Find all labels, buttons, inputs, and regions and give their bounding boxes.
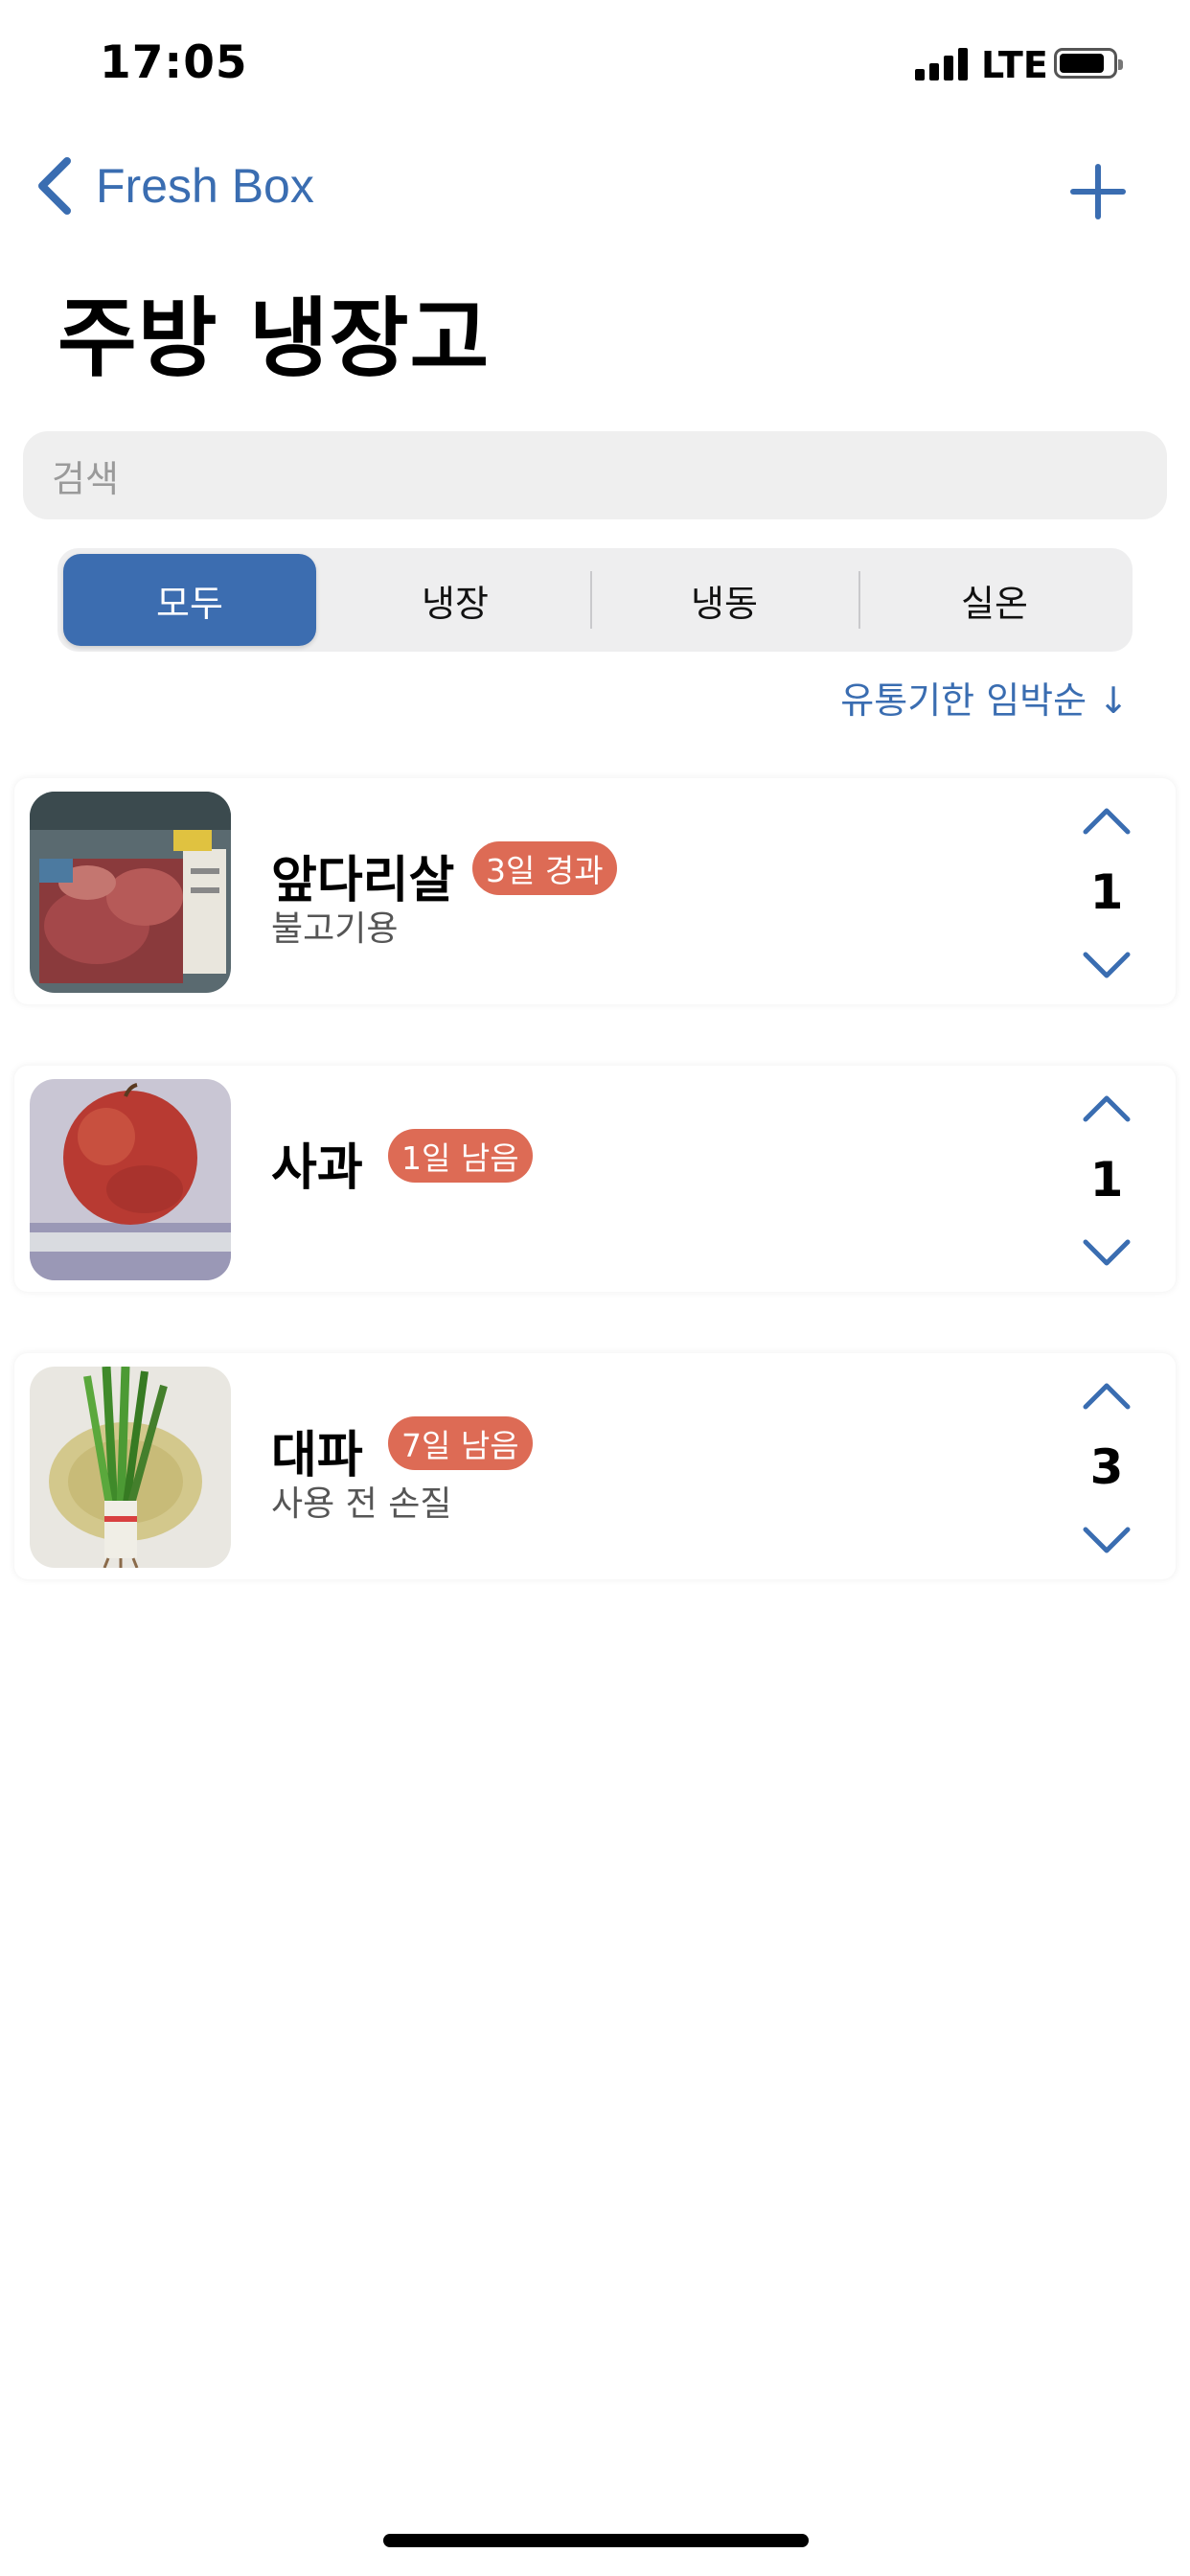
- cellular-signal-icon: [915, 48, 971, 80]
- segment-divider: [590, 571, 592, 629]
- back-label: Fresh Box: [96, 159, 314, 213]
- network-type: LTE: [981, 44, 1048, 86]
- search-placeholder: 검색: [52, 457, 119, 500]
- search-input[interactable]: 검색: [23, 431, 1167, 519]
- back-button[interactable]: Fresh Box: [34, 155, 314, 217]
- chevron-up-icon[interactable]: [1078, 1089, 1135, 1127]
- chevron-down-icon[interactable]: [1078, 947, 1135, 985]
- segment-room-temp[interactable]: 실온: [862, 554, 1127, 646]
- battery-icon: [1054, 48, 1123, 79]
- expiry-badge: 7일 남음: [388, 1416, 533, 1470]
- chevron-down-icon[interactable]: [1078, 1234, 1135, 1273]
- storage-filter-segmented-control: 모두 냉장 냉동 실온: [57, 548, 1133, 652]
- expiry-badge: 1일 남음: [388, 1129, 533, 1183]
- item-photo-apple: [30, 1079, 231, 1280]
- segment-freezer[interactable]: 냉동: [594, 554, 855, 646]
- quantity-value: 1: [1089, 864, 1124, 920]
- list-item[interactable]: 앞다리살 3일 경과 불고기용 1: [14, 778, 1176, 1004]
- page-title: 주방 냉장고: [57, 288, 491, 389]
- plus-icon[interactable]: [1069, 163, 1127, 220]
- chevron-up-icon[interactable]: [1078, 801, 1135, 840]
- item-name: 사과: [271, 1139, 363, 1197]
- segment-all[interactable]: 모두: [63, 554, 316, 646]
- quantity-value: 1: [1089, 1152, 1124, 1208]
- expiry-badge: 3일 경과: [472, 841, 617, 895]
- list-item[interactable]: 사과 1일 남음 1: [14, 1066, 1176, 1292]
- chevron-up-icon[interactable]: [1078, 1376, 1135, 1414]
- item-photo-pork: [30, 792, 231, 993]
- item-note: 사용 전 손질: [271, 1484, 452, 1524]
- home-indicator[interactable]: [383, 2534, 809, 2547]
- list-item[interactable]: 대파 7일 남음 사용 전 손질 3: [14, 1353, 1176, 1579]
- segment-divider: [858, 571, 860, 629]
- status-time: 17:05: [100, 36, 248, 89]
- chevron-left-icon: [38, 157, 71, 215]
- item-note: 불고기용: [271, 909, 399, 949]
- segment-fridge[interactable]: 냉장: [326, 554, 584, 646]
- chevron-down-icon[interactable]: [1078, 1522, 1135, 1560]
- quantity-value: 3: [1089, 1439, 1124, 1495]
- sort-button[interactable]: 유통기한 임박순 ↓: [840, 671, 1129, 724]
- item-photo-green-onion: [30, 1367, 231, 1568]
